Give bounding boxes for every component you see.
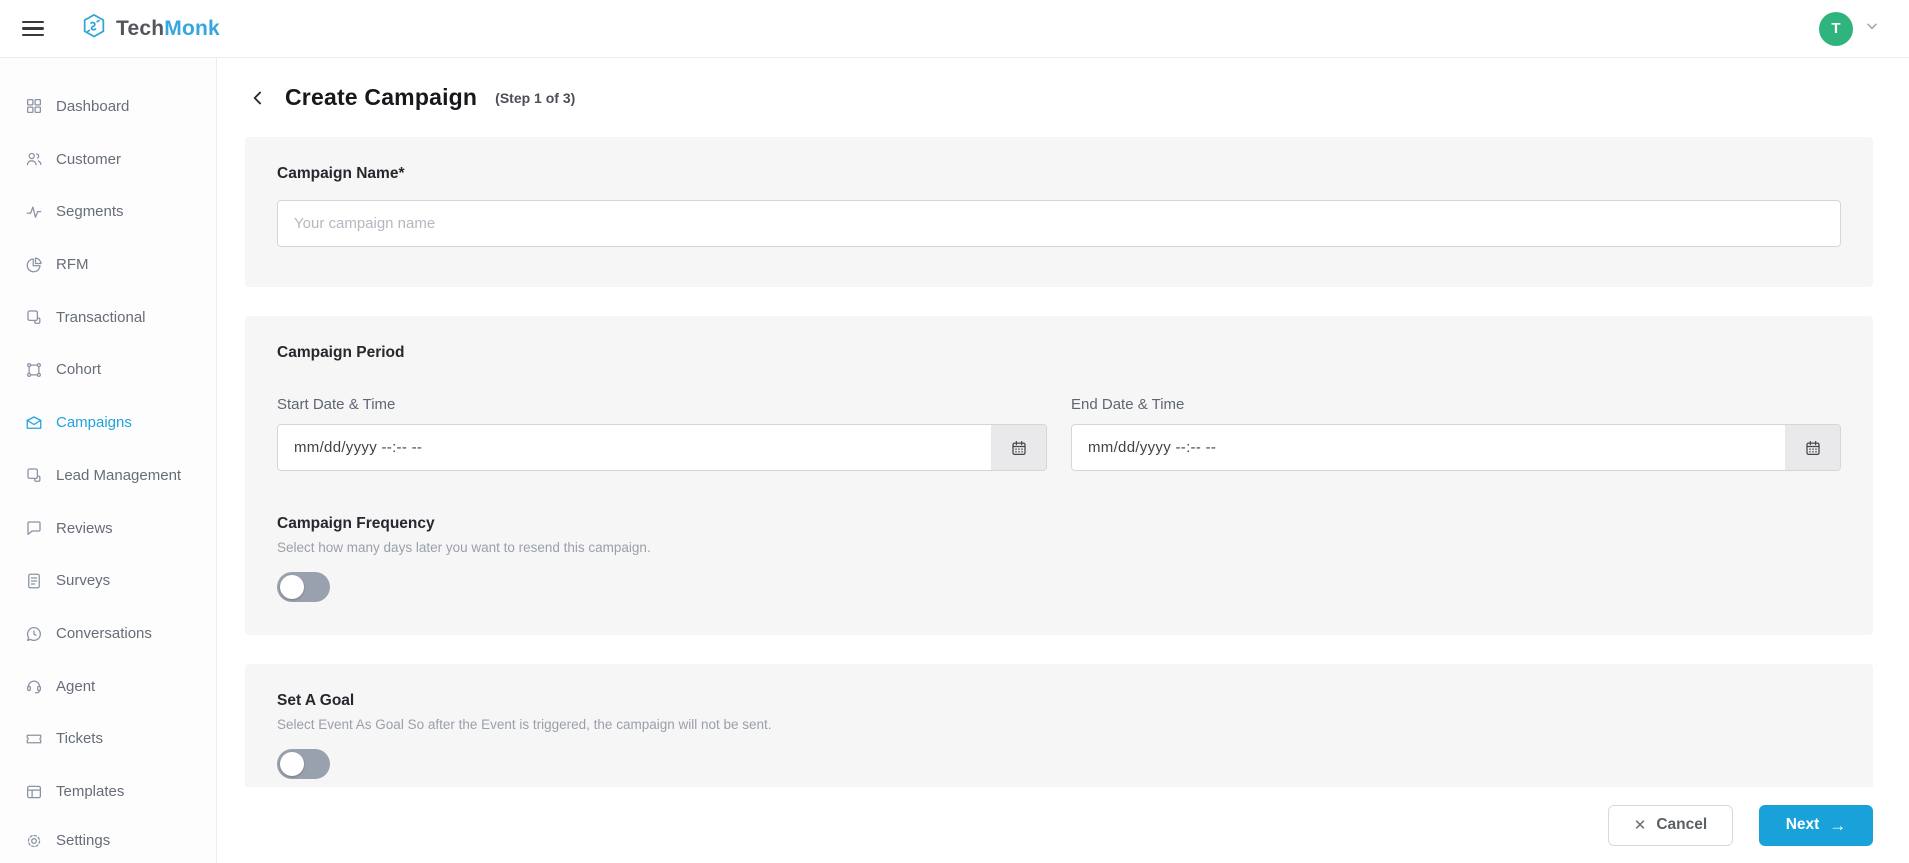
sidebar-item-surveys[interactable]: Surveys <box>0 554 216 607</box>
sidebar-item-settings[interactable]: Settings <box>0 818 216 863</box>
set-goal-subtitle: Select Event As Goal So after the Event … <box>277 717 772 732</box>
close-icon: ✕ <box>1633 817 1647 834</box>
hamburger-menu-icon[interactable] <box>22 20 44 37</box>
campaign-frequency-toggle[interactable] <box>277 572 330 602</box>
sidebar-item-tickets[interactable]: Tickets <box>0 713 216 766</box>
step-indicator: (Step 1 of 3) <box>495 89 576 106</box>
campaign-frequency-subtitle: Select how many days later you want to r… <box>277 540 651 555</box>
document-icon <box>28 573 40 589</box>
campaign-period-heading: Campaign Period <box>277 344 405 361</box>
back-icon[interactable] <box>247 87 269 109</box>
dashboard-grid-icon <box>26 99 42 114</box>
pie-chart-icon <box>26 256 42 272</box>
calendar-icon[interactable] <box>991 425 1046 470</box>
campaign-period-card: Campaign Period Start Date & Time mm/dd/… <box>245 316 1873 635</box>
set-goal-heading: Set A Goal <box>277 692 355 709</box>
sidebar-item-rfm[interactable]: RFM <box>0 238 216 291</box>
sidebar-item-dashboard[interactable]: Dashboard <box>0 80 216 133</box>
ticket-icon <box>26 734 42 744</box>
page-header: Create Campaign (Step 1 of 3) <box>245 84 1873 111</box>
sidebar-item-cohort[interactable]: Cohort <box>0 344 216 397</box>
calendar-icon[interactable] <box>1785 425 1840 470</box>
gear-icon <box>27 834 41 847</box>
layout-icon <box>26 785 42 798</box>
brand-name: TechMonk <box>116 16 220 40</box>
headset-icon <box>26 680 42 694</box>
end-date-label: End Date & Time <box>1071 396 1185 413</box>
copy-doc-icon <box>27 468 41 483</box>
main-area: Create Campaign (Step 1 of 3) Campaign N… <box>217 58 1909 863</box>
activity-icon <box>26 206 42 218</box>
sidebar-item-agent[interactable]: Agent <box>0 660 216 713</box>
end-date-input[interactable]: mm/dd/yyyy --:-- -- <box>1071 424 1841 471</box>
sidebar-item-reviews[interactable]: Reviews <box>0 502 216 555</box>
app-window: TechMonk T Dashboard Customer Segments R… <box>0 0 1909 863</box>
chevron-down-icon[interactable] <box>1865 19 1879 38</box>
campaign-frequency-heading: Campaign Frequency <box>277 515 435 532</box>
end-date-field: End Date & Time mm/dd/yyyy --:-- -- <box>1071 396 1841 471</box>
customers-icon <box>26 152 42 166</box>
sidebar-item-campaigns[interactable]: Campaigns <box>0 396 216 449</box>
start-date-label: Start Date & Time <box>277 396 396 413</box>
cancel-button[interactable]: ✕ Cancel <box>1608 804 1733 846</box>
start-date-field: Start Date & Time mm/dd/yyyy --:-- -- <box>277 396 1047 471</box>
sidebar-item-segments[interactable]: Segments <box>0 185 216 238</box>
campaign-name-input[interactable] <box>277 200 1841 247</box>
next-button[interactable]: Next → <box>1759 804 1873 846</box>
user-avatar[interactable]: T <box>1819 11 1853 46</box>
campaign-name-label: Campaign Name* <box>277 165 405 182</box>
logo-cube-icon <box>80 12 108 45</box>
chat-clock-icon <box>26 626 41 641</box>
copy-doc-icon <box>27 310 41 325</box>
arrow-right-icon: → <box>1829 815 1847 835</box>
page-title: Create Campaign <box>285 84 478 110</box>
sidebar-item-transactional[interactable]: Transactional <box>0 291 216 344</box>
campaign-mail-icon <box>26 416 42 429</box>
campaign-frequency-block: Campaign Frequency Select how many days … <box>277 515 1841 602</box>
start-date-input[interactable]: mm/dd/yyyy --:-- -- <box>277 424 1047 471</box>
sidebar-item-customer[interactable]: Customer <box>0 133 216 186</box>
sidebar-nav: Dashboard Customer Segments RFM Transact… <box>0 58 217 863</box>
set-goal-toggle[interactable] <box>277 749 330 779</box>
footer-action-bar: ✕ Cancel Next → <box>217 787 1909 863</box>
cohort-icon <box>26 362 42 377</box>
chat-bubble-icon <box>27 521 41 536</box>
sidebar-item-conversations[interactable]: Conversations <box>0 607 216 660</box>
sidebar-item-lead-management[interactable]: Lead Management <box>0 449 216 502</box>
top-bar: TechMonk T <box>0 0 1909 58</box>
campaign-name-card: Campaign Name* <box>245 137 1873 287</box>
sidebar-item-templates[interactable]: Templates <box>0 765 216 818</box>
brand-logo[interactable]: TechMonk <box>80 12 220 45</box>
